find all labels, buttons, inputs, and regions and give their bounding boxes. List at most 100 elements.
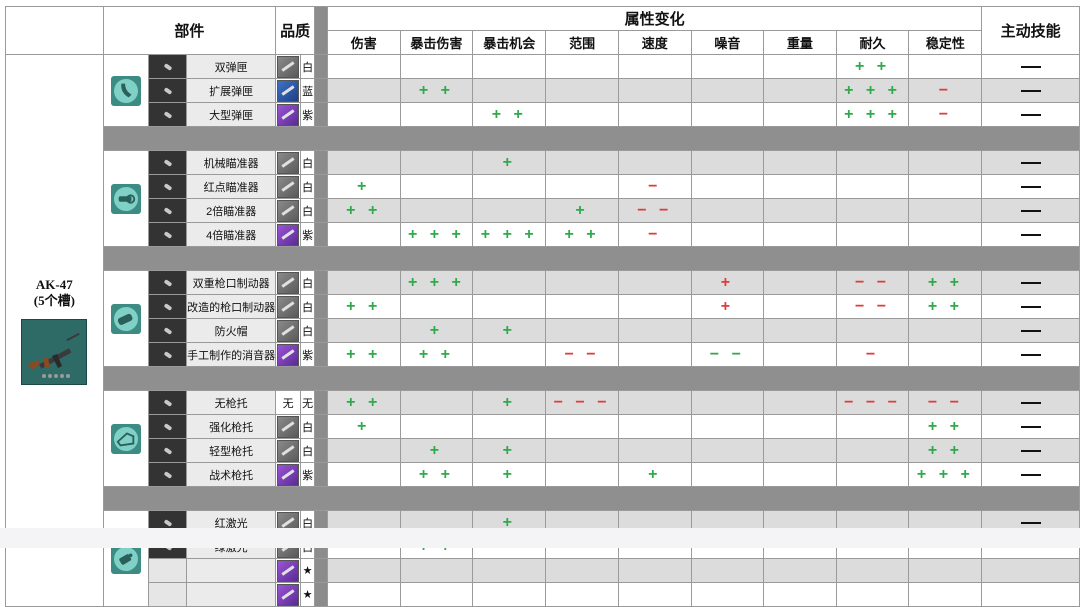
header-col-6: 重量 bbox=[763, 30, 837, 55]
part-thumbnail-icon bbox=[148, 342, 188, 367]
skill-none-dash bbox=[1020, 521, 1041, 524]
category-cell bbox=[102, 270, 150, 367]
quality-swatch-icon bbox=[275, 414, 302, 439]
attr-cell-2: + bbox=[472, 390, 547, 415]
attr-cell-4: − − bbox=[618, 198, 692, 223]
attr-cell-1: + + bbox=[399, 462, 474, 487]
attr-cell-8 bbox=[908, 54, 983, 79]
part-name: 大型弹匣 bbox=[186, 102, 277, 127]
skill-cell bbox=[981, 462, 1080, 487]
column-separator bbox=[314, 78, 328, 103]
attr-cell-4 bbox=[618, 390, 692, 415]
scope-icon bbox=[111, 183, 142, 214]
skill-cell bbox=[981, 294, 1080, 319]
quality-label: 白 bbox=[300, 414, 316, 439]
skill-none-dash bbox=[1020, 425, 1041, 428]
attr-cell-7: + + + bbox=[835, 78, 910, 103]
attr-cell-4: − bbox=[618, 222, 692, 247]
attr-cell-5 bbox=[690, 198, 765, 223]
attr-cell-4 bbox=[618, 102, 692, 127]
attr-cell-8 bbox=[908, 582, 983, 607]
attr-cell-6 bbox=[763, 342, 837, 367]
attr-cell-4 bbox=[618, 558, 692, 583]
attr-cell-3: − − − bbox=[545, 390, 619, 415]
attr-cell-2 bbox=[472, 582, 547, 607]
skill-cell bbox=[981, 558, 1080, 583]
header-col-8: 稳定性 bbox=[908, 30, 983, 55]
attr-cell-6 bbox=[763, 582, 837, 607]
attr-cell-1 bbox=[399, 294, 474, 319]
table-row: 强化枪托白 + + + bbox=[6, 414, 1080, 439]
attr-cell-5 bbox=[690, 318, 765, 343]
quality-swatch-icon bbox=[275, 342, 302, 367]
category-cell bbox=[102, 390, 150, 487]
part-name: 双弹匣 bbox=[186, 54, 277, 79]
attr-cell-7 bbox=[835, 462, 910, 487]
quality-swatch-icon bbox=[275, 222, 302, 247]
quality-swatch-icon bbox=[275, 582, 302, 607]
column-separator bbox=[314, 438, 328, 463]
skill-cell bbox=[981, 174, 1080, 199]
quality-swatch-icon bbox=[275, 78, 302, 103]
attr-cell-3 bbox=[545, 174, 619, 199]
skill-cell bbox=[981, 342, 1080, 367]
quality-label: 蓝 bbox=[300, 78, 316, 103]
attr-cell-6 bbox=[763, 390, 837, 415]
attr-cell-1: + + + bbox=[399, 270, 474, 295]
attr-cell-3 bbox=[545, 270, 619, 295]
attr-cell-3 bbox=[545, 582, 619, 607]
attr-cell-1 bbox=[399, 558, 474, 583]
attr-cell-7 bbox=[835, 414, 910, 439]
attr-cell-4 bbox=[618, 438, 692, 463]
table-row: ★ bbox=[6, 582, 1080, 607]
attr-cell-7 bbox=[835, 558, 910, 583]
attr-cell-5 bbox=[690, 558, 765, 583]
attr-cell-0: + bbox=[326, 174, 401, 199]
part-name: 防火帽 bbox=[186, 318, 277, 343]
part-thumbnail-icon bbox=[148, 150, 188, 175]
attr-cell-7: − − − bbox=[835, 390, 910, 415]
skill-none-dash bbox=[1020, 233, 1041, 236]
attr-cell-0: + + bbox=[326, 294, 401, 319]
skill-none-dash bbox=[1020, 209, 1041, 212]
attr-cell-8 bbox=[908, 558, 983, 583]
skill-none-dash bbox=[1020, 449, 1041, 452]
table-row: 防火帽白 + + bbox=[6, 318, 1080, 343]
header-separator bbox=[314, 6, 328, 55]
attr-cell-7 bbox=[835, 150, 910, 175]
part-thumbnail-icon bbox=[148, 558, 188, 583]
attr-cell-8: + + bbox=[908, 294, 983, 319]
table-row: 轻型枪托白 + + + + bbox=[6, 438, 1080, 463]
attr-cell-7: − − bbox=[835, 294, 910, 319]
part-thumbnail-icon bbox=[148, 462, 188, 487]
quality-swatch-icon bbox=[275, 174, 302, 199]
attr-cell-2 bbox=[472, 294, 547, 319]
category-cell bbox=[102, 150, 150, 247]
attr-cell-4 bbox=[618, 582, 692, 607]
header-attributes: 属性变化 bbox=[326, 6, 983, 31]
table-row: 2倍瞄准器白 + + + − − bbox=[6, 198, 1080, 223]
attr-cell-1 bbox=[399, 54, 474, 79]
part-name: 机械瞄准器 bbox=[186, 150, 277, 175]
table-row: 改造的枪口制动器白 + + + − − + + bbox=[6, 294, 1080, 319]
attr-cell-3 bbox=[545, 318, 619, 343]
part-name: 2倍瞄准器 bbox=[186, 198, 277, 223]
attr-cell-1: + + bbox=[399, 78, 474, 103]
attr-cell-2: + bbox=[472, 150, 547, 175]
attr-cell-3 bbox=[545, 150, 619, 175]
attr-cell-6 bbox=[763, 174, 837, 199]
attr-cell-6 bbox=[763, 54, 837, 79]
part-thumbnail-icon bbox=[148, 54, 188, 79]
weapon-slots: (5个槽) bbox=[33, 292, 75, 308]
attr-cell-4 bbox=[618, 270, 692, 295]
attr-cell-0 bbox=[326, 270, 401, 295]
quality-swatch-icon bbox=[275, 558, 302, 583]
attr-cell-4 bbox=[618, 54, 692, 79]
attr-cell-2: + bbox=[472, 462, 547, 487]
column-separator bbox=[314, 174, 328, 199]
part-thumbnail-icon bbox=[148, 270, 188, 295]
skill-none-dash bbox=[1020, 353, 1041, 356]
header-col-7: 耐久 bbox=[835, 30, 910, 55]
column-separator bbox=[314, 150, 328, 175]
attr-cell-5 bbox=[690, 102, 765, 127]
